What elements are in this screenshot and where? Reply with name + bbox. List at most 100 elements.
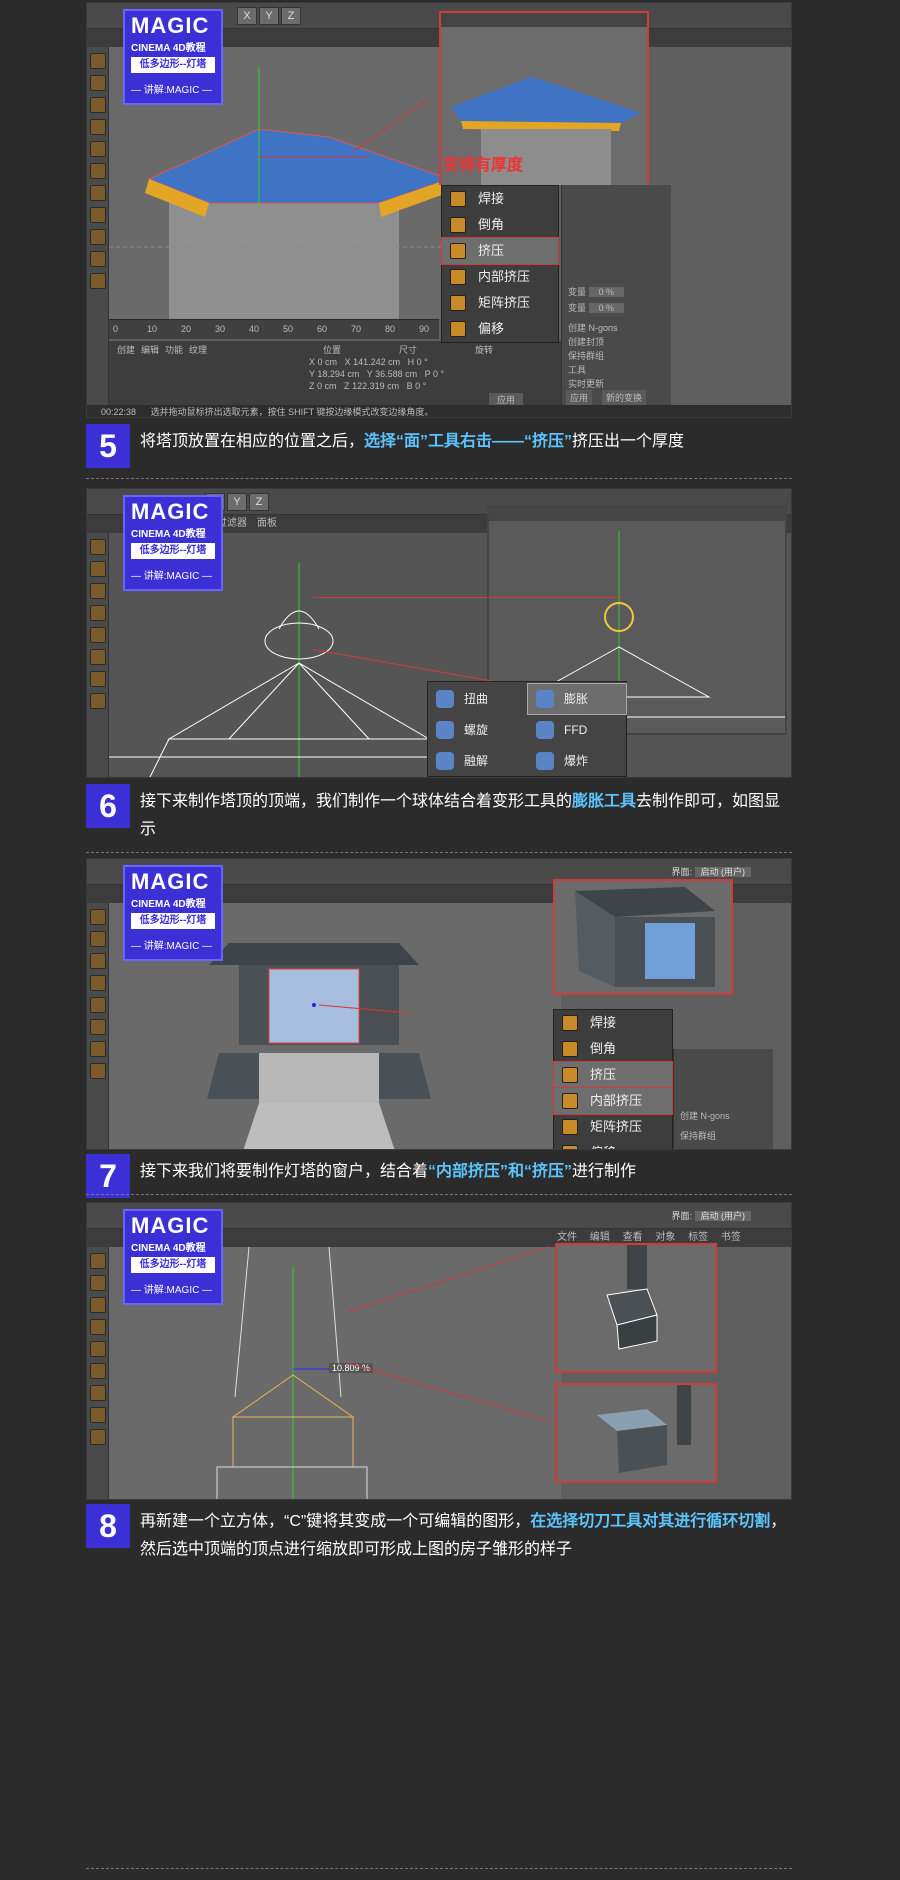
check-caps[interactable]: 创建封顶 [568, 335, 604, 348]
badge-title: MAGIC [131, 869, 210, 894]
interface-select[interactable]: 界面: 启动 (用户) [671, 865, 751, 878]
check-groups[interactable]: 保持群组 [680, 1129, 716, 1142]
tool-icon[interactable] [90, 141, 106, 157]
y-axis-button[interactable]: Y [227, 493, 247, 511]
coord-row-z[interactable]: Z 0 cm Z 122.319 cm B 0 ° [309, 381, 426, 391]
check-groups[interactable]: 保持群组 [568, 349, 604, 362]
z-axis-button[interactable]: Z [249, 493, 269, 511]
tool-icon[interactable] [90, 1407, 106, 1423]
badge-lecturer: — 讲解:MAGIC — [131, 1285, 213, 1296]
tool-icon[interactable] [90, 97, 106, 113]
menu-item-helix[interactable]: 螺旋 [428, 715, 526, 745]
screenshot-step-6: X Y Z 过滤器面板 MAGIC CINEMA 4D教程 低多边形--灯塔 —… [86, 488, 792, 778]
coord-row-y[interactable]: Y 18.294 cm Y 36.588 cm P 0 ° [309, 369, 444, 379]
menu-item-matrix-extrude[interactable]: 矩阵挤压 [554, 1114, 672, 1140]
menu-item-weld[interactable]: 焊接 [442, 186, 558, 212]
x-axis-button[interactable]: X [237, 7, 257, 25]
extrude-icon [562, 1067, 578, 1083]
matrix-extrude-icon [450, 295, 466, 311]
menu-item-bulge[interactable]: 膨胀 [527, 683, 627, 715]
matrix-extrude-icon [562, 1119, 578, 1135]
divider [86, 852, 792, 853]
tool-icon[interactable] [90, 649, 106, 665]
tool-icon[interactable] [90, 185, 106, 201]
tool-icon[interactable] [90, 931, 106, 947]
badge-lecturer: — 讲解:MAGIC — [131, 941, 213, 952]
new-transform-button[interactable]: 新的变换 [602, 390, 647, 405]
extrude-inner-icon [562, 1093, 578, 1109]
menu-item-bevel[interactable]: 倒角 [442, 212, 558, 238]
coord-row-x[interactable]: X 0 cm X 141.242 cm H 0 ° [309, 357, 428, 367]
tool-icon[interactable] [90, 1019, 106, 1035]
tool-icon[interactable] [90, 75, 106, 91]
screenshot-step-5: X Y Z MAGIC CINEMA 4D教程 低多边形--灯塔 — 讲解:MA… [86, 2, 792, 418]
tool-icon[interactable] [90, 975, 106, 991]
step-number: 5 [86, 424, 130, 468]
check-ngons[interactable]: 创建 N-gons [568, 321, 618, 334]
tool-icon[interactable] [90, 163, 106, 179]
menu-item-matrix-extrude[interactable]: 矩阵挤压 [442, 290, 558, 316]
tool-icon[interactable] [90, 997, 106, 1013]
attributes-panel: 创建 N-gons 保持群组 [673, 1049, 773, 1149]
tool-icon[interactable] [90, 1363, 106, 1379]
tool-icon[interactable] [90, 909, 106, 925]
attributes-panel: 变量 0 % 变量 0 % 创建 N-gons 创建封顶 保持群组 工具 实时更… [561, 185, 671, 405]
tool-icon[interactable] [90, 953, 106, 969]
tool-icon[interactable] [90, 53, 106, 69]
tool-icon[interactable] [90, 539, 106, 555]
badge-title: MAGIC [131, 499, 210, 524]
menu-item-melt[interactable]: 融解 [428, 746, 526, 776]
check-ngons[interactable]: 创建 N-gons [680, 1109, 730, 1122]
tool-icon[interactable] [90, 1429, 106, 1445]
caption-step-7: 7 接下来我们将要制作灯塔的窗户，结合着“内部挤压”和“挤压”进行制作 [86, 1154, 792, 1198]
menu-item-offset[interactable]: 偏移 [554, 1140, 672, 1149]
badge-box: 低多边形--灯塔 [131, 1257, 215, 1273]
tool-icon[interactable] [90, 627, 106, 643]
ffd-icon [536, 721, 554, 739]
tool-icon[interactable] [90, 671, 106, 687]
menu-item-bevel[interactable]: 倒角 [554, 1036, 672, 1062]
caption-text: 将塔顶放置在相应的位置之后，选择“面”工具右击——“挤压”挤压出一个厚度 [140, 433, 685, 450]
menu-item-extrude-inner[interactable]: 内部挤压 [442, 264, 558, 290]
preview-inset [553, 879, 733, 995]
menu-item-offset[interactable]: 偏移 [442, 316, 558, 342]
menu-item-extrude[interactable]: 挤压 [553, 1061, 673, 1089]
left-toolbar [87, 533, 109, 777]
menu-item-extrude[interactable]: 挤压 [441, 237, 559, 265]
tool-icon[interactable] [90, 119, 106, 135]
tool-icon[interactable] [90, 1063, 106, 1079]
tool-icon[interactable] [90, 207, 106, 223]
y-axis-button[interactable]: Y [259, 7, 279, 25]
timeline[interactable]: 0 10 20 30 40 50 60 70 80 90 [109, 319, 439, 339]
tool-icon[interactable] [90, 693, 106, 709]
tool-icon[interactable] [90, 1341, 106, 1357]
tool-icon[interactable] [90, 1319, 106, 1335]
menu-item-twist[interactable]: 扭曲 [428, 684, 526, 714]
tool-icon[interactable] [90, 1041, 106, 1057]
tool-icon[interactable] [90, 251, 106, 267]
tool-icon[interactable] [90, 1385, 106, 1401]
tool-icon[interactable] [90, 583, 106, 599]
cube-bottom-preview [557, 1385, 715, 1481]
tool-icon[interactable] [90, 229, 106, 245]
menu-item-extrude-inner[interactable]: 内部挤压 [553, 1087, 673, 1115]
tool-icon[interactable] [90, 273, 106, 289]
extrude-icon [450, 243, 466, 259]
tool-icon[interactable] [90, 561, 106, 577]
caption-text: 再新建一个立方体，“C”键将其变成一个可编辑的图形，在选择切刀工具对其进行循环切… [140, 1513, 787, 1558]
menu-item-ffd[interactable]: FFD [528, 715, 626, 745]
menu-item-weld[interactable]: 焊接 [554, 1010, 672, 1036]
z-axis-button[interactable]: Z [281, 7, 301, 25]
bevel-icon [562, 1041, 578, 1057]
divider [86, 1194, 792, 1195]
realtime-update[interactable]: 实时更新 [568, 377, 604, 390]
tool-icon[interactable] [90, 1297, 106, 1313]
preview-inset-bottom [555, 1383, 717, 1483]
tool-icon[interactable] [90, 1253, 106, 1269]
interface-select[interactable]: 界面: 启动 (用户) [671, 1209, 751, 1222]
bevel-icon [450, 217, 466, 233]
tool-icon[interactable] [90, 605, 106, 621]
tool-icon[interactable] [90, 1275, 106, 1291]
menu-item-explosion[interactable]: 爆炸 [528, 746, 626, 776]
apply-button[interactable]: 应用 [566, 390, 593, 405]
